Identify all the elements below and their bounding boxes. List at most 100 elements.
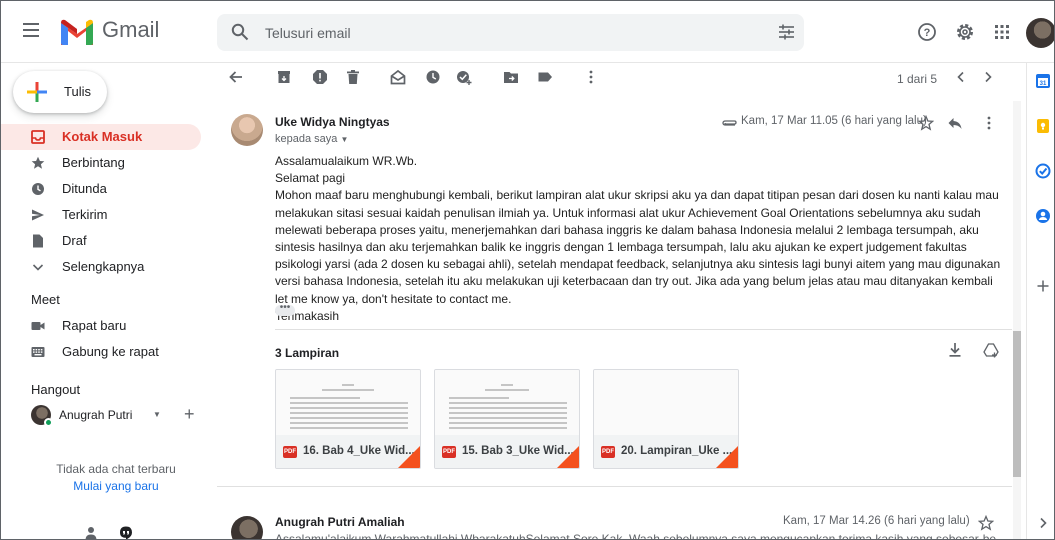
mark-unread-icon[interactable]: [390, 69, 406, 85]
message-thread: Uke Widya Ningtyas kepada saya ▼ Kam, 17…: [217, 101, 1012, 539]
draft-icon: [33, 234, 43, 248]
settings-gear-icon[interactable]: [954, 21, 976, 43]
chevron-down-icon: [32, 264, 44, 271]
calendar-icon[interactable]: 31: [1035, 73, 1051, 89]
compose-button[interactable]: Tulis: [13, 71, 107, 113]
pdf-icon: PDF: [442, 446, 456, 458]
keyboard-icon: [31, 347, 45, 357]
compose-label: Tulis: [64, 84, 91, 99]
no-chat-text: Tidak ada chat terbaru: [56, 462, 176, 476]
divider: [217, 486, 1012, 487]
top-header: Gmail ?: [1, 1, 1054, 63]
search-icon[interactable]: [231, 23, 249, 41]
meet-item-new-meeting[interactable]: Rapat baru: [1, 313, 201, 339]
back-arrow-icon[interactable]: [228, 69, 244, 85]
person-icon[interactable]: [84, 526, 98, 540]
search-bar[interactable]: [217, 14, 804, 51]
tasks-icon[interactable]: [1035, 163, 1051, 179]
gmail-window: Gmail ?: [0, 0, 1055, 540]
search-input[interactable]: [265, 22, 745, 44]
hangout-user-row[interactable]: Anugrah Putri ▼ +: [31, 404, 201, 427]
more-vertical-icon[interactable]: [981, 115, 997, 131]
send-icon: [32, 209, 44, 221]
recipient-details[interactable]: kepada saya ▼: [275, 133, 348, 145]
sidebar-item-inbox[interactable]: Kotak Masuk: [1, 124, 201, 150]
sidebar-item-label: Draf: [62, 233, 87, 248]
caret-down-icon[interactable]: ▼: [153, 410, 161, 419]
inbox-icon: [31, 130, 45, 144]
message-snippet[interactable]: Assalamu'alaikum Warahmatullahi Wbarakat…: [275, 532, 1012, 539]
online-status-icon: [44, 418, 53, 427]
keep-notes-icon[interactable]: [1035, 118, 1051, 134]
sender-avatar[interactable]: [231, 114, 263, 146]
account-avatar[interactable]: [1026, 18, 1054, 48]
apps-grid-icon[interactable]: [991, 21, 1013, 43]
sender-name[interactable]: Anugrah Putri Amaliah: [275, 515, 405, 529]
attachment-card[interactable]: PDF 16. Bab 4_Uke Wid...: [275, 369, 421, 469]
meet-item-label: Gabung ke rapat: [62, 344, 159, 359]
hangouts-icon[interactable]: [119, 526, 133, 540]
add-chat-icon[interactable]: +: [184, 404, 195, 425]
chevron-right-icon[interactable]: [1035, 515, 1051, 531]
search-options-icon[interactable]: [778, 24, 795, 40]
hangout-section-title: Hangout: [31, 382, 81, 397]
sidebar-item-sent[interactable]: Terkirim: [1, 202, 201, 228]
chevron-right-icon[interactable]: [980, 69, 996, 85]
sidebar-item-snoozed[interactable]: Ditunda: [1, 176, 201, 202]
star-outline-icon[interactable]: [978, 515, 994, 531]
pager-text: 1 dari 5: [897, 72, 938, 86]
add-addon-icon[interactable]: [1035, 278, 1051, 294]
attachment-icon: [722, 120, 737, 126]
message-date: Kam, 17 Mar 11.05 (6 hari yang lalu): [741, 115, 927, 127]
help-icon[interactable]: ?: [916, 21, 938, 43]
recipient-label: kepada saya: [275, 133, 338, 145]
delete-trash-icon[interactable]: [345, 69, 361, 85]
more-vertical-icon[interactable]: [583, 69, 599, 85]
caret-down-icon[interactable]: ▼: [340, 135, 348, 144]
message-body: Assalamualaikum WR.Wb. Selamat pagi Moho…: [275, 153, 1003, 325]
sender-avatar[interactable]: [231, 516, 263, 539]
plus-icon: [27, 82, 47, 102]
body-paragraph: Assalamualaikum WR.Wb.: [275, 154, 418, 168]
download-all-icon[interactable]: [948, 342, 962, 358]
main-menu-icon[interactable]: [23, 23, 39, 37]
meet-item-label: Rapat baru: [62, 318, 127, 333]
scrollbar[interactable]: [1013, 101, 1021, 539]
sidebar-item-starred[interactable]: Berbintang: [1, 150, 201, 176]
snooze-clock-icon[interactable]: [425, 69, 441, 85]
scrollbar-thumb[interactable]: [1013, 331, 1021, 477]
label-tag-icon[interactable]: [537, 69, 553, 85]
chevron-left-icon[interactable]: [953, 69, 969, 85]
sender-name[interactable]: Uke Widya Ningtyas: [275, 115, 390, 129]
save-to-drive-icon[interactable]: [983, 342, 999, 358]
start-new-chat-link[interactable]: Mulai yang baru: [1, 479, 231, 493]
hangout-tabs: [1, 526, 206, 540]
move-to-folder-icon[interactable]: [503, 69, 519, 85]
page-fold-decoration: [557, 446, 579, 468]
star-icon: [31, 156, 45, 169]
archive-icon[interactable]: [276, 69, 292, 85]
reply-icon[interactable]: [947, 115, 963, 131]
sidebar-item-more[interactable]: Selengkapnya: [1, 254, 201, 280]
meet-item-join-meeting[interactable]: Gabung ke rapat: [1, 339, 201, 365]
star-outline-icon[interactable]: [918, 115, 934, 131]
page-fold-decoration: [398, 446, 420, 468]
attachment-preview: [276, 370, 420, 435]
attachments-title: 3 Lampiran: [275, 346, 340, 360]
sidebar-item-label: Selengkapnya: [62, 259, 145, 274]
attachment-card[interactable]: PDF 20. Lampiran_Uke ...: [593, 369, 739, 469]
attachment-footer: PDF 15. Bab 3_Uke Wid...: [435, 435, 579, 468]
meet-section-title: Meet: [31, 292, 60, 307]
add-to-tasks-icon[interactable]: [456, 69, 472, 85]
show-trimmed-content-button[interactable]: •••: [275, 303, 295, 316]
contacts-icon[interactable]: [1035, 208, 1051, 224]
sidebar-item-label: Terkirim: [62, 207, 108, 222]
gmail-logo-icon[interactable]: [59, 18, 95, 45]
video-icon: [31, 322, 45, 330]
body-paragraph: Mohon maaf baru menghubungi kembali, ber…: [275, 188, 1001, 306]
sidebar-item-drafts[interactable]: Draf: [1, 228, 201, 254]
report-spam-icon[interactable]: [312, 69, 328, 85]
side-panel-rail: 31: [1026, 63, 1054, 539]
attachment-card[interactable]: PDF 15. Bab 3_Uke Wid...: [434, 369, 580, 469]
left-sidebar: Tulis Kotak Masuk Berbintang Ditunda Ter…: [1, 63, 206, 540]
